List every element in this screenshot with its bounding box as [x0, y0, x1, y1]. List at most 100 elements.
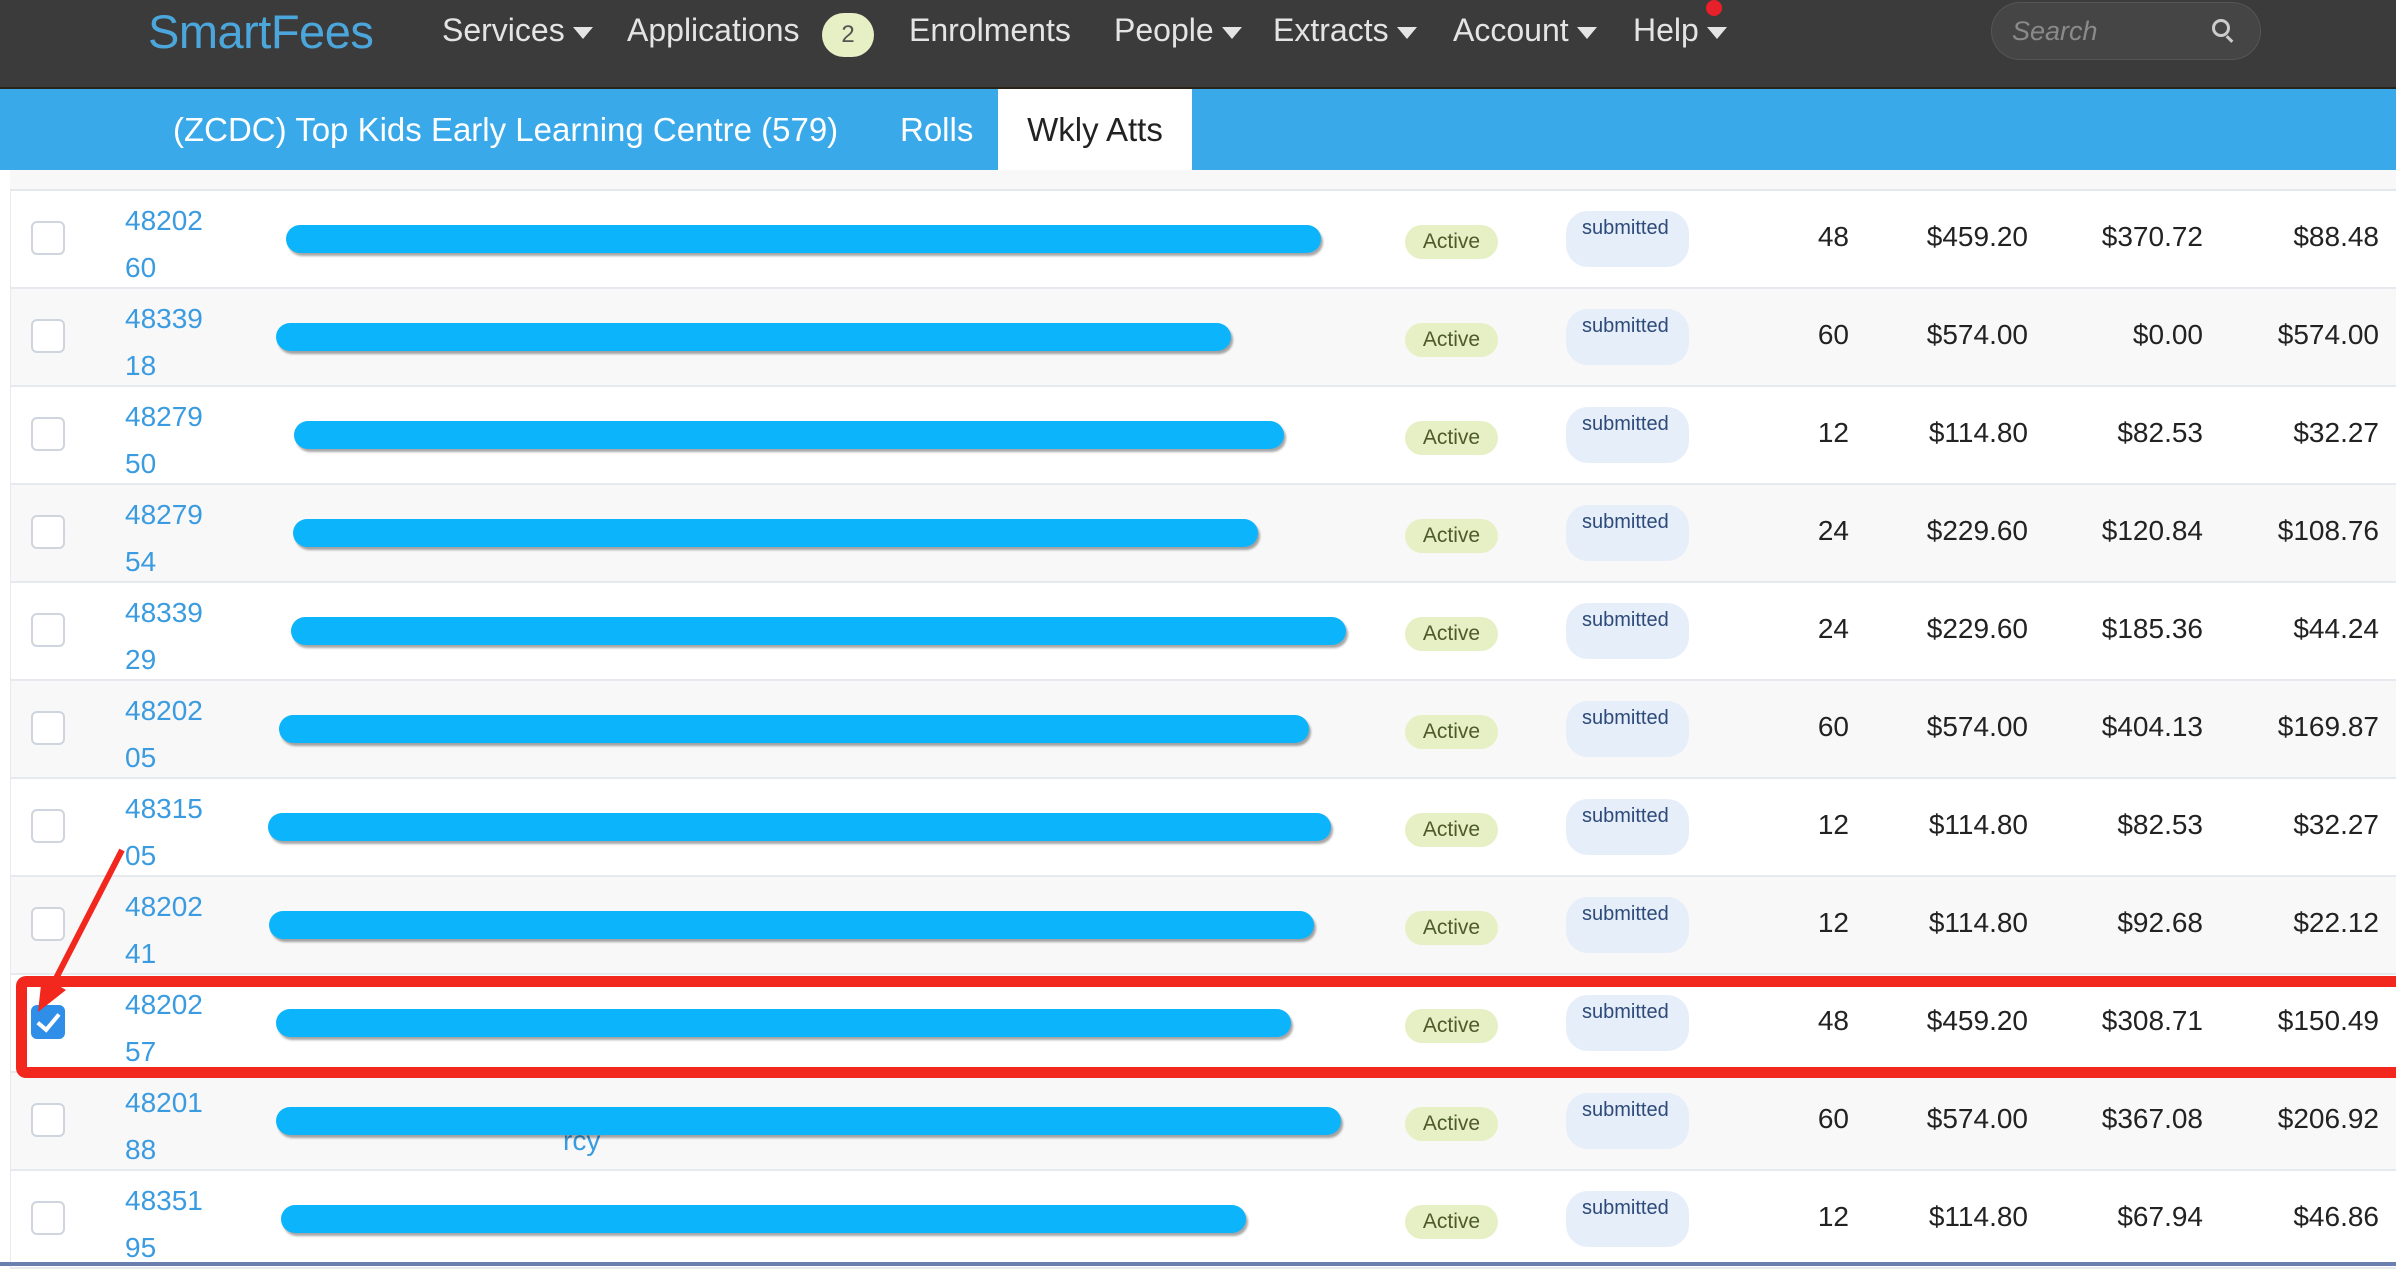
nav-label: People	[1114, 12, 1214, 48]
enrolment-id-link[interactable]: 48201 88	[125, 1079, 203, 1173]
amount-cell: $404.13	[2101, 711, 2203, 742]
id-line: 29	[125, 644, 157, 675]
amount-cell: $229.60	[1926, 613, 2028, 644]
submission-badge: submitted	[1566, 603, 1689, 659]
submission-badge: submitted	[1566, 407, 1689, 463]
table-row: 48202 60 Active submitted 48 $459.20 $370…	[10, 191, 2396, 289]
amount-cell: $82.53	[2117, 809, 2203, 840]
id-line: 48339	[125, 303, 203, 334]
tab-rolls[interactable]: Rolls	[900, 111, 973, 149]
enrolment-id-link[interactable]: 48315 05	[125, 785, 203, 879]
redaction-scribble	[269, 911, 1314, 939]
redaction-scribble	[276, 1009, 1291, 1037]
row-checkbox[interactable]	[31, 613, 65, 647]
row-checkbox[interactable]	[31, 809, 65, 843]
id-line: 60	[125, 252, 157, 283]
row-checkbox[interactable]	[31, 417, 65, 451]
row-checkbox[interactable]	[31, 221, 65, 255]
row-checkbox[interactable]	[31, 515, 65, 549]
table-row: 48315 05 Active submitted 12 $114.80 $82.…	[10, 779, 2396, 877]
enrolment-id-link[interactable]: 48279 50	[125, 393, 203, 487]
hours-cell: 60	[1817, 319, 1849, 350]
caret-down-icon	[1396, 26, 1417, 39]
redaction-scribble	[276, 1107, 1341, 1135]
nav-label: Help	[1633, 12, 1699, 48]
notification-dot-icon	[1706, 0, 1722, 16]
table-row: 48201 88 rcy Active submitted 60 $574.00 …	[10, 1073, 2396, 1171]
nav-account[interactable]: Account	[1453, 12, 1597, 49]
amount-cell: $44.24	[2293, 613, 2379, 644]
hours-cell: 60	[1817, 1103, 1849, 1134]
amount-cell: $88.48	[2293, 221, 2379, 252]
nav-people[interactable]: People	[1114, 12, 1242, 49]
row-checkbox[interactable]	[31, 1005, 65, 1039]
search-input[interactable]	[2012, 13, 2212, 49]
status-badge: Active	[1405, 323, 1498, 357]
row-checkbox[interactable]	[31, 907, 65, 941]
submission-badge: submitted	[1566, 1093, 1689, 1149]
smartfees-logo[interactable]: SmartFees	[148, 4, 374, 59]
amount-cell: $120.84	[2101, 515, 2203, 546]
amount-cell: $169.87	[2277, 711, 2379, 742]
nav-extracts[interactable]: Extracts	[1273, 12, 1417, 49]
row-checkbox[interactable]	[31, 1201, 65, 1235]
amount-cell: $114.80	[1928, 417, 2028, 448]
amount-cell: $370.72	[2101, 221, 2203, 252]
row-checkbox[interactable]	[31, 319, 65, 353]
row-checkbox[interactable]	[31, 1103, 65, 1137]
submission-badge: submitted	[1566, 211, 1689, 267]
enrolment-id-link[interactable]: 48339 29	[125, 589, 203, 683]
id-line: 48202	[125, 891, 203, 922]
table-row: 48339 18 Active submitted 60 $574.00 $0.0…	[10, 289, 2396, 387]
amount-cell: $574.00	[1926, 711, 2028, 742]
nav-label: Account	[1453, 12, 1569, 48]
caret-down-icon	[1221, 26, 1242, 39]
nav-applications[interactable]: Applications	[627, 12, 800, 49]
enrolment-id-link[interactable]: 48202 60	[125, 197, 203, 291]
enrolment-id-link[interactable]: 48351 95	[125, 1177, 203, 1271]
hours-cell: 24	[1817, 515, 1849, 546]
enrolment-id-link[interactable]: 48202 05	[125, 687, 203, 781]
amount-cell: $206.92	[2277, 1103, 2379, 1134]
top-navbar: SmartFees Services Applications 2 Enrolm…	[0, 0, 2396, 89]
amount-cell: $114.80	[1928, 1201, 2028, 1232]
status-badge: Active	[1405, 519, 1498, 553]
amount-cell: $32.27	[2293, 809, 2379, 840]
nav-enrolments[interactable]: Enrolments	[909, 12, 1071, 49]
row-checkbox[interactable]	[31, 711, 65, 745]
redaction-scribble	[279, 715, 1309, 743]
id-line: 48315	[125, 793, 203, 824]
amount-cell: $0.00	[2132, 319, 2203, 350]
service-subnav: (ZCDC) Top Kids Early Learning Centre (5…	[0, 89, 2396, 170]
hours-cell: 12	[1817, 417, 1849, 448]
applications-count-badge: 2	[822, 13, 874, 57]
hours-cell: 12	[1817, 1201, 1849, 1232]
tab-wkly-atts[interactable]: Wkly Atts	[998, 89, 1192, 170]
id-line: 48202	[125, 695, 203, 726]
enrolment-id-link[interactable]: 48279 54	[125, 491, 203, 585]
nav-services[interactable]: Services	[442, 12, 593, 49]
table-row: 48339 29 Active submitted 24 $229.60 $185…	[10, 583, 2396, 681]
nav-help[interactable]: Help	[1633, 12, 1727, 49]
amount-cell: $459.20	[1926, 1005, 2028, 1036]
amount-cell: $185.36	[2101, 613, 2203, 644]
status-badge: Active	[1405, 1009, 1498, 1043]
search-icon[interactable]	[2212, 19, 2230, 37]
status-badge: Active	[1405, 813, 1498, 847]
caret-down-icon	[1706, 26, 1727, 39]
enrolment-id-link[interactable]: 48202 57	[125, 981, 203, 1075]
enrolment-id-link[interactable]: 48339 18	[125, 295, 203, 389]
id-line: 48202	[125, 989, 203, 1020]
id-line: 41	[125, 938, 157, 969]
enrolment-id-link[interactable]: 48202 41	[125, 883, 203, 977]
service-title[interactable]: (ZCDC) Top Kids Early Learning Centre (5…	[173, 111, 838, 149]
submission-badge: submitted	[1566, 897, 1689, 953]
amount-cell: $459.20	[1926, 221, 2028, 252]
hours-cell: 60	[1817, 711, 1849, 742]
nav-label: Enrolments	[909, 12, 1071, 48]
status-badge: Active	[1405, 1205, 1498, 1239]
status-badge: Active	[1405, 225, 1498, 259]
hours-cell: 48	[1817, 1005, 1849, 1036]
id-line: 48279	[125, 401, 203, 432]
nav-label: Services	[442, 12, 565, 48]
